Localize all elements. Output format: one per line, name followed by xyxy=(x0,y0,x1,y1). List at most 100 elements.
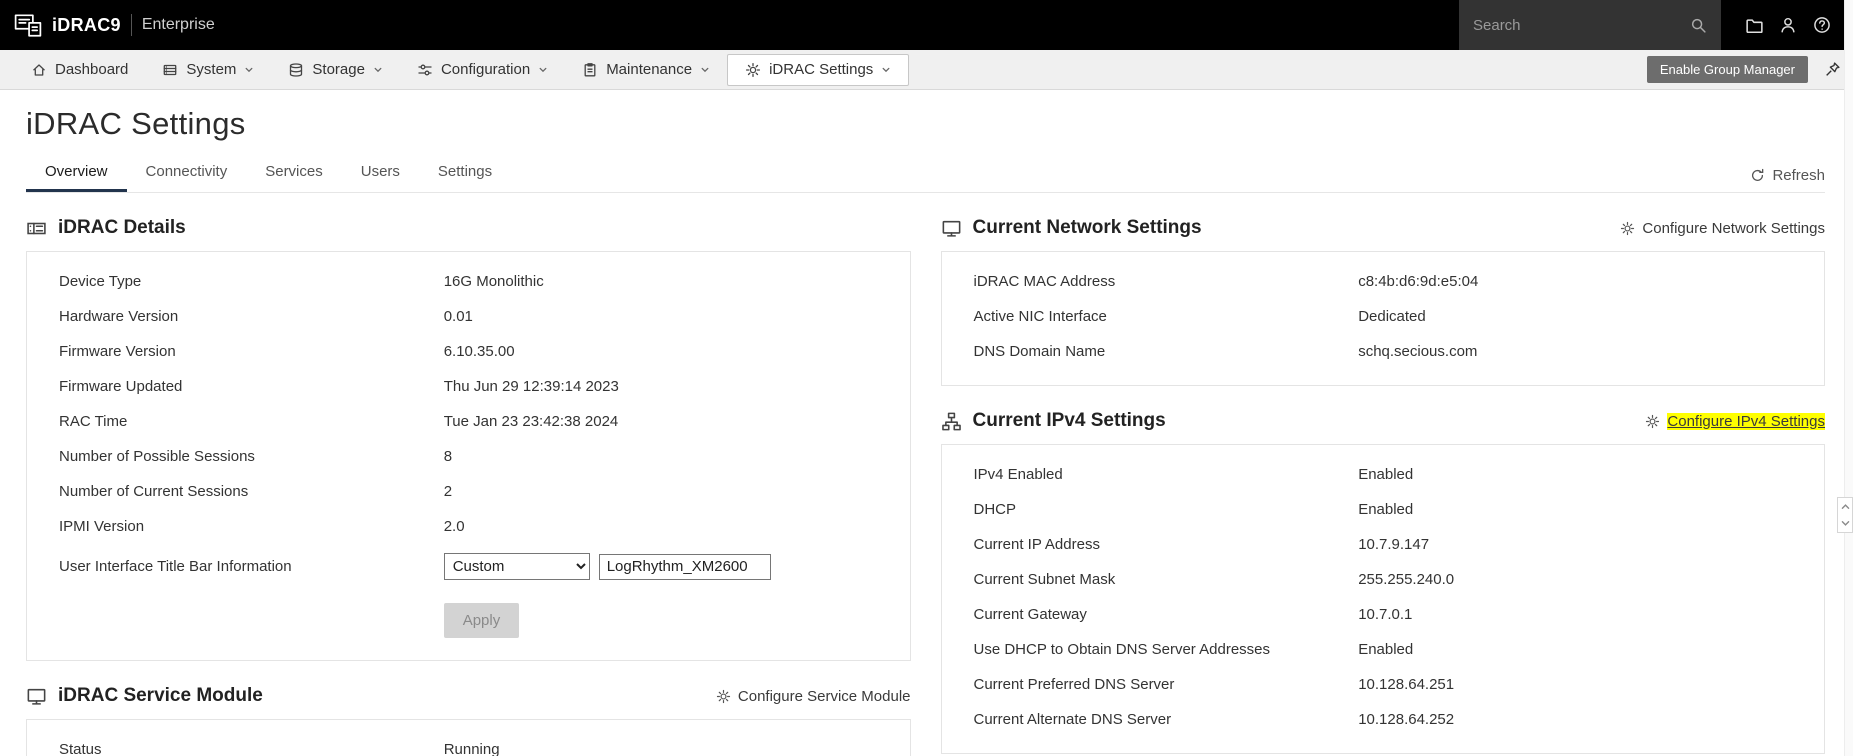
home-icon xyxy=(31,62,47,78)
title-bar-text-input[interactable] xyxy=(598,553,771,580)
file-manager-button[interactable] xyxy=(1739,10,1769,40)
left-column: iDRAC Details Device Type 16G Monolithic… xyxy=(26,193,911,756)
enable-group-manager-button[interactable]: Enable Group Manager xyxy=(1646,56,1808,83)
refresh-button[interactable]: Refresh xyxy=(1750,167,1825,192)
row-value: 10.7.9.147 xyxy=(1358,536,1430,553)
monitor-icon xyxy=(941,218,962,239)
search-icon[interactable] xyxy=(1690,17,1707,34)
table-row: Firmware Version 6.10.35.00 xyxy=(27,334,910,369)
row-label: IPv4 Enabled xyxy=(973,466,1063,483)
nav-item-idrac-settings[interactable]: iDRAC Settings xyxy=(727,53,910,86)
tabs-row: Overview Connectivity Services Users Set… xyxy=(26,152,1825,193)
gear-icon xyxy=(716,689,731,704)
scroll-widget xyxy=(1837,497,1853,533)
monitor-icon xyxy=(26,686,47,707)
chevron-down-icon xyxy=(373,65,383,75)
storage-icon xyxy=(288,62,304,78)
row-label: iDRAC MAC Address xyxy=(973,273,1116,290)
configure-network-settings-link[interactable]: Configure Network Settings xyxy=(1620,220,1825,237)
tab-settings[interactable]: Settings xyxy=(419,152,511,192)
row-value: schq.secious.com xyxy=(1358,343,1478,360)
user-icon xyxy=(1779,16,1797,34)
table-row: RAC Time Tue Jan 23 23:42:38 2024 xyxy=(27,404,910,439)
row-label: DHCP xyxy=(973,501,1017,518)
row-value: Dedicated xyxy=(1358,308,1426,325)
row-value: 255.255.240.0 xyxy=(1358,571,1455,588)
help-button[interactable] xyxy=(1807,10,1837,40)
tab-overview[interactable]: Overview xyxy=(26,152,127,192)
scroll-up-button[interactable] xyxy=(1838,498,1852,515)
search-input[interactable] xyxy=(1473,16,1682,34)
nav-item-maintenance[interactable]: Maintenance xyxy=(565,50,727,89)
tab-users[interactable]: Users xyxy=(342,152,419,192)
row-value: 16G Monolithic xyxy=(443,273,544,290)
title-bar-controls: Custom xyxy=(443,553,878,580)
row-label: RAC Time xyxy=(59,413,128,430)
nav-items: Dashboard System Storage Configuration M… xyxy=(14,50,910,89)
ipv4-settings-header: Current IPv4 Settings Configure IPv4 Set… xyxy=(941,410,1825,432)
nav-label: Configuration xyxy=(440,61,531,78)
row-label: Current Gateway xyxy=(973,606,1087,623)
row-value: Enabled xyxy=(1358,466,1414,483)
nav-item-dashboard[interactable]: Dashboard xyxy=(14,50,145,89)
brand-edition: Enterprise xyxy=(141,16,215,33)
nav-label: Storage xyxy=(312,61,365,78)
row-label: Current IP Address xyxy=(973,536,1100,553)
section-title: Current Network Settings xyxy=(972,217,1202,238)
table-row: Current Preferred DNS Server 10.128.64.2… xyxy=(942,667,1825,702)
vertical-scrollbar[interactable] xyxy=(1844,0,1853,756)
brand-divider xyxy=(130,14,132,36)
chevron-up-icon xyxy=(1840,501,1851,512)
nav-item-storage[interactable]: Storage xyxy=(271,50,400,89)
chevron-down-icon xyxy=(700,65,710,75)
sliders-icon xyxy=(417,62,433,78)
search-box[interactable] xyxy=(1459,0,1721,50)
tab-connectivity[interactable]: Connectivity xyxy=(127,152,247,192)
row-value: 6.10.35.00 xyxy=(443,343,515,360)
row-label: Firmware Version xyxy=(59,343,176,360)
configure-ipv4-settings-link[interactable]: Configure IPv4 Settings xyxy=(1645,412,1825,430)
title-bar-info-row: User Interface Title Bar Information Cus… xyxy=(27,544,910,589)
chassis-icon xyxy=(26,218,47,239)
table-row: IPv4 Enabled Enabled xyxy=(942,457,1825,492)
row-label: Status xyxy=(59,741,102,756)
row-label: DNS Domain Name xyxy=(973,343,1106,360)
chevron-down-icon xyxy=(1840,518,1851,529)
nav-label: System xyxy=(186,61,237,78)
row-label: Firmware Updated xyxy=(59,378,183,395)
table-row: iDRAC MAC Address c8:4b:d6:9d:e5:04 xyxy=(942,264,1825,299)
idrac-details-header: iDRAC Details xyxy=(26,217,911,239)
tab-services[interactable]: Services xyxy=(246,152,342,192)
configure-label: Configure Network Settings xyxy=(1642,219,1825,237)
nav-item-system[interactable]: System xyxy=(145,50,271,89)
configure-label-highlighted: Configure IPv4 Settings xyxy=(1667,412,1825,430)
main-navbar: Dashboard System Storage Configuration M… xyxy=(0,50,1853,90)
refresh-label: Refresh xyxy=(1772,167,1825,184)
table-row: Number of Possible Sessions 8 xyxy=(27,439,910,474)
chevron-down-icon xyxy=(244,65,254,75)
idrac-logo-icon xyxy=(14,11,42,39)
nav-item-configuration[interactable]: Configuration xyxy=(400,50,565,89)
row-value: 10.128.64.252 xyxy=(1358,711,1455,728)
row-value: 0.01 xyxy=(443,308,473,325)
scroll-down-button[interactable] xyxy=(1838,515,1852,532)
folder-icon xyxy=(1745,16,1764,35)
ipv4-settings-card: IPv4 Enabled Enabled DHCP Enabled Curren… xyxy=(940,444,1825,754)
refresh-icon xyxy=(1750,168,1765,183)
row-value: Running xyxy=(443,741,500,756)
section-title: Current IPv4 Settings xyxy=(972,410,1166,431)
row-value: Enabled xyxy=(1358,641,1414,658)
pin-icon[interactable] xyxy=(1824,61,1841,78)
nav-label: Maintenance xyxy=(606,61,693,78)
section-title: iDRAC Service Module xyxy=(58,685,263,706)
row-label: Current Preferred DNS Server xyxy=(973,676,1175,693)
configure-label: Configure Service Module xyxy=(737,687,911,705)
user-account-button[interactable] xyxy=(1773,10,1803,40)
table-row: Device Type 16G Monolithic xyxy=(27,264,910,299)
gear-icon xyxy=(1645,414,1660,429)
row-label: Current Subnet Mask xyxy=(973,571,1116,588)
configure-service-module-link[interactable]: Configure Service Module xyxy=(716,688,911,705)
title-bar-mode-select[interactable]: Custom xyxy=(443,553,590,580)
row-label: Active NIC Interface xyxy=(973,308,1107,325)
apply-button[interactable]: Apply xyxy=(443,603,520,638)
